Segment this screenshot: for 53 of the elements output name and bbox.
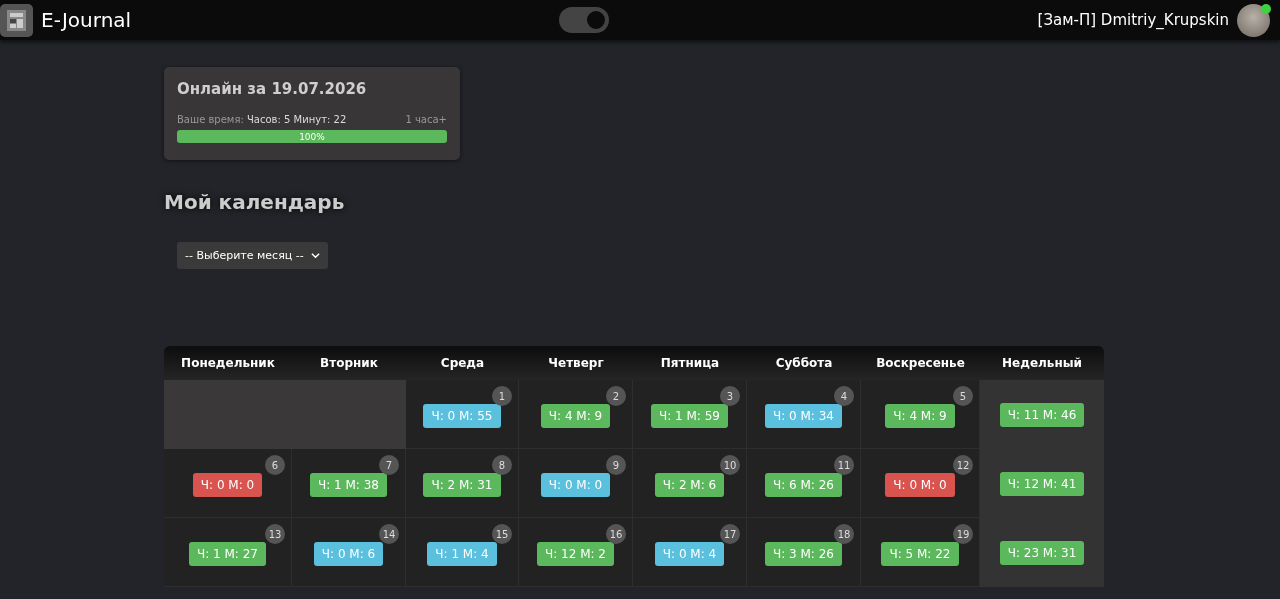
time-label: Ч: 12 М: 2: [537, 542, 614, 566]
day-number: 1: [492, 386, 512, 406]
day-number: 3: [720, 386, 740, 406]
time-text: Ваше время: Часов: 5 Минут: 22: [177, 114, 347, 125]
time-label: Ч: 0 М: 4: [654, 542, 725, 566]
weekly-total: Ч: 11 М: 46: [999, 402, 1085, 427]
day-number: 7: [379, 455, 399, 475]
user-name: [Зам-П] Dmitriy_Krupskin: [1037, 11, 1229, 29]
time-label: Ч: 3 М: 26: [765, 542, 842, 566]
time-label: Ч: 6 М: 26: [765, 473, 842, 497]
weekly-total: Ч: 23 М: 31: [999, 540, 1085, 565]
time-label: Ч: 1 М: 4: [427, 542, 497, 566]
time-label: Ч: 0 М: 0: [885, 473, 955, 497]
day-number: 11: [834, 455, 854, 475]
app-title: E-Journal: [41, 8, 132, 32]
time-label: Ч: 4 М: 9: [885, 404, 955, 428]
day-number: 2: [606, 386, 626, 406]
time-label: Ч: 0 М: 6: [313, 542, 384, 566]
day-number: 17: [720, 524, 740, 544]
time-label: Ч: 2 М: 6: [654, 473, 725, 497]
month-select[interactable]: -- Выберите месяц --: [177, 242, 328, 269]
calendar-title: Мой календарь: [164, 190, 346, 214]
time-label: Ч: 0 М: 55: [423, 404, 501, 428]
goal-text: 1 часа+: [405, 114, 447, 125]
day-number: 4: [834, 386, 854, 406]
card-title: Онлайн за 19.07.2026: [177, 80, 368, 98]
time-label: Ч: 1 М: 59: [651, 404, 728, 428]
day-number: 5: [953, 386, 973, 406]
time-label: Ч: 0 М: 34: [765, 404, 842, 428]
time-label: Ч: 1 М: 27: [189, 542, 266, 566]
day-number: 19: [953, 524, 973, 544]
day-number: 12: [953, 455, 973, 475]
time-label: Ч: 2 М: 31: [423, 473, 501, 497]
day-number: 18: [834, 524, 854, 544]
theme-toggle[interactable]: [559, 7, 610, 33]
day-number: 9: [606, 455, 626, 475]
day-number: 15: [492, 524, 512, 544]
journal-logo-icon[interactable]: [0, 3, 33, 37]
time-label: Ч: 5 М: 22: [881, 542, 959, 566]
day-number: 6: [265, 455, 285, 475]
day-number: 10: [720, 455, 740, 475]
time-label: Ч: 4 М: 9: [540, 404, 611, 428]
progress-fill: 100%: [177, 130, 447, 143]
weekly-total: Ч: 12 М: 41: [999, 471, 1085, 496]
day-number: 14: [379, 524, 399, 544]
time-label: Ч: 0 М: 0: [540, 473, 611, 497]
chevron-icon: [311, 251, 320, 260]
time-label: Ч: 1 М: 38: [310, 473, 387, 497]
day-number: 13: [265, 524, 285, 544]
avatar[interactable]: [1237, 3, 1270, 37]
day-number: 16: [606, 524, 626, 544]
day-number: 8: [492, 455, 512, 475]
time-label: Ч: 0 М: 0: [192, 473, 263, 497]
